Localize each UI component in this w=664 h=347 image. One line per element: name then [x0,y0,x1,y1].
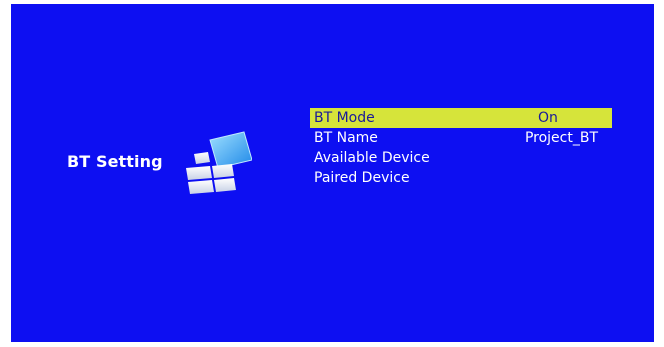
menu-item-label: BT Mode [314,110,375,126]
menu-item-paired-device[interactable]: Paired Device [310,168,612,188]
menu-item-label: Paired Device [314,170,410,186]
menu-item-available-device[interactable]: Available Device [310,148,612,168]
menu-item-label: Available Device [314,150,430,166]
settings-tiles-icon [180,128,253,198]
menu-item-bt-mode[interactable]: BT Mode On [310,108,612,128]
bt-settings-menu: BT Mode On BT Name Project_BT Available … [310,108,612,188]
menu-item-value: Project_BT [524,130,598,146]
tv-osd-screen: BT Setting BT Mode On BT Name Project_BT… [11,4,654,342]
menu-item-label: BT Name [314,130,378,146]
section-title: BT Setting [67,152,163,171]
menu-item-value: On [538,110,558,126]
menu-item-bt-name[interactable]: BT Name Project_BT [310,128,612,148]
